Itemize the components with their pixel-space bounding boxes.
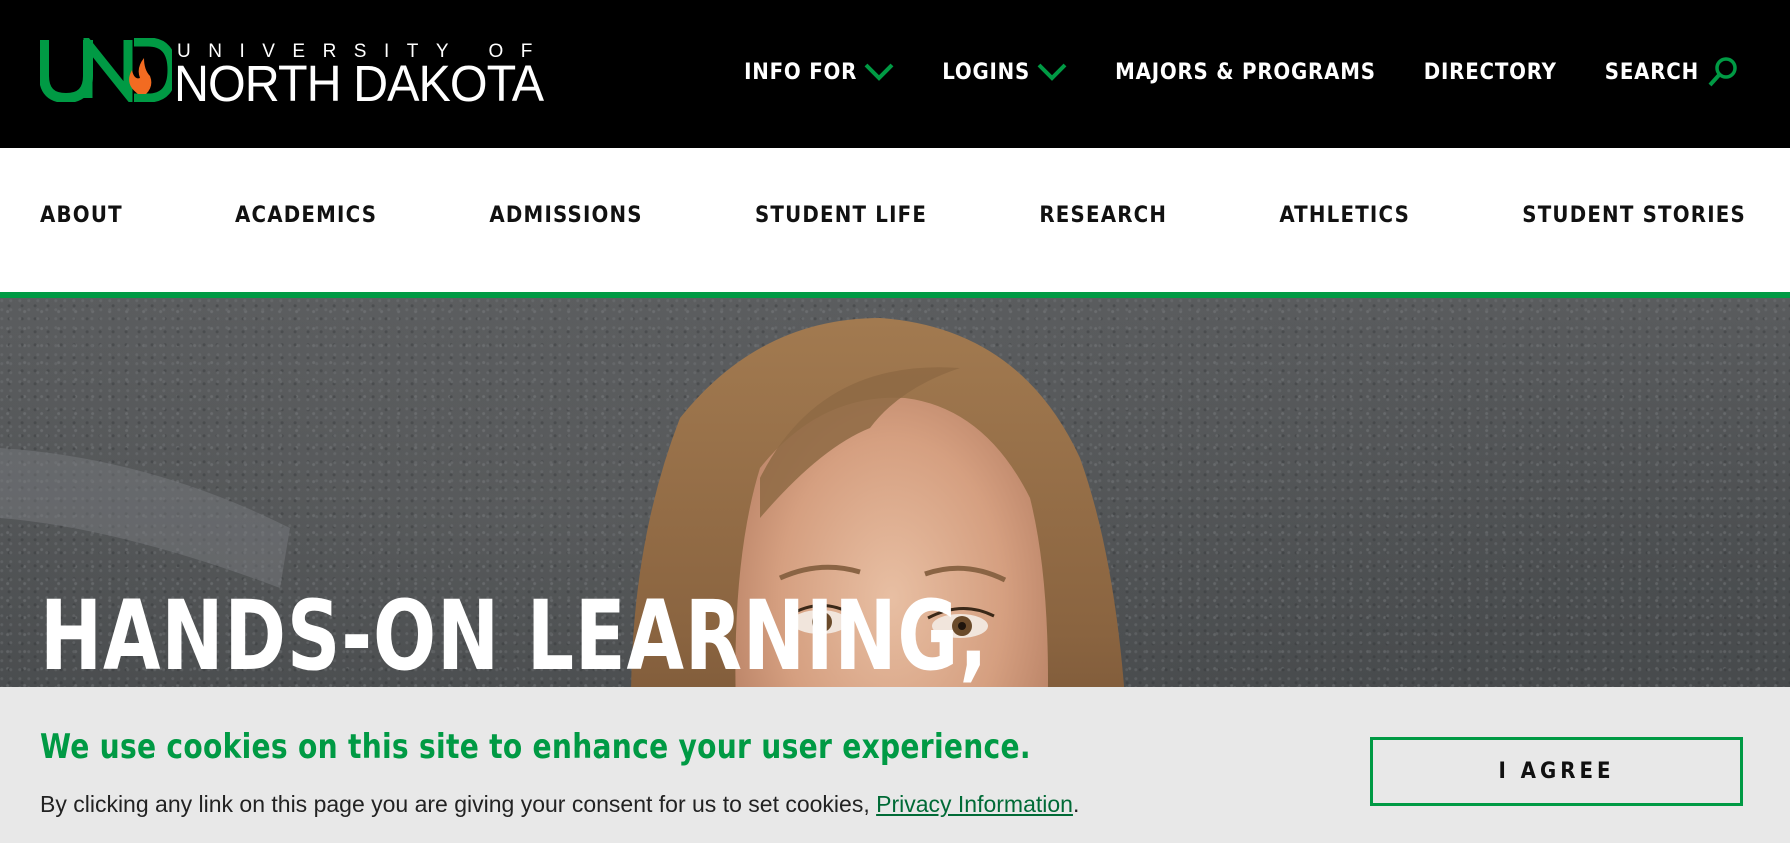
- cookie-text-body: By clicking any link on this page you ar…: [40, 791, 877, 817]
- logins-label: LOGINS: [942, 59, 1031, 85]
- logins-dropdown[interactable]: LOGINS: [942, 60, 1067, 85]
- search-button[interactable]: SEARCH: [1605, 55, 1740, 89]
- chevron-down-icon: [864, 63, 894, 81]
- nav-admissions[interactable]: ADMISSIONS: [489, 203, 642, 228]
- i-agree-button[interactable]: I AGREE: [1370, 737, 1743, 806]
- und-logo[interactable]: UNIVERSITY OF NORTH DAKOTA: [40, 38, 570, 112]
- search-label: SEARCH: [1604, 59, 1699, 85]
- hero-headline: HANDS-ON LEARNING,: [40, 580, 989, 692]
- directory-link[interactable]: DIRECTORY: [1424, 60, 1557, 85]
- majors-programs-link[interactable]: MAJORS & PROGRAMS: [1115, 60, 1376, 85]
- search-icon: [1708, 57, 1737, 87]
- cookie-banner: We use cookies on this site to enhance y…: [0, 687, 1790, 843]
- nav-about[interactable]: ABOUT: [40, 203, 123, 228]
- nav-research[interactable]: RESEARCH: [1039, 203, 1167, 228]
- cookie-text-period: .: [1072, 791, 1080, 817]
- cookie-title: We use cookies on this site to enhance y…: [40, 727, 1031, 767]
- privacy-information-link[interactable]: Privacy Information: [876, 791, 1073, 817]
- nav-student-stories[interactable]: STUDENT STORIES: [1522, 203, 1746, 228]
- und-monogram-icon: [40, 38, 172, 102]
- nav-academics[interactable]: ACADEMICS: [235, 203, 377, 228]
- main-nav: ABOUT ACADEMICS ADMISSIONS STUDENT LIFE …: [0, 148, 1790, 298]
- nav-student-life[interactable]: STUDENT LIFE: [755, 203, 927, 228]
- top-header: UNIVERSITY OF NORTH DAKOTA INFO FOR LOGI…: [0, 0, 1790, 148]
- info-for-label: INFO FOR: [744, 59, 858, 85]
- info-for-dropdown[interactable]: INFO FOR: [744, 60, 894, 85]
- nav-athletics[interactable]: ATHLETICS: [1279, 203, 1410, 228]
- main-nav-list: ABOUT ACADEMICS ADMISSIONS STUDENT LIFE …: [40, 203, 1746, 228]
- utility-nav: INFO FOR LOGINS MAJORS & PROGRAMS DIRECT…: [744, 54, 1740, 90]
- cookie-consent-text: By clicking any link on this page you ar…: [40, 791, 1079, 818]
- logo-north-dakota: NORTH DAKOTA: [174, 55, 544, 112]
- chevron-down-icon: [1037, 63, 1067, 81]
